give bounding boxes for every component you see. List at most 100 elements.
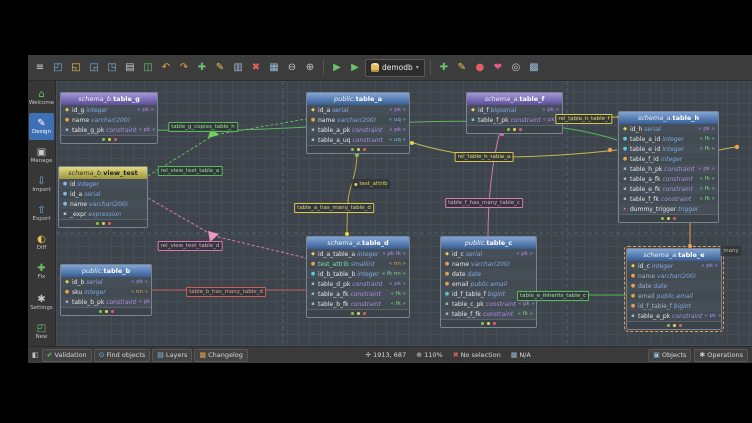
table-row-table_f_fk[interactable]: ▪table_f_fkconstraint« fk » [441,309,536,319]
sidebar-item-welcome[interactable]: ⌂Welcome [28,84,55,111]
table-row-_expr[interactable]: ▪_exprexpression [59,209,147,219]
table-row-id_c[interactable]: ◆id_cinteger« pk » [627,261,721,271]
sidebar-item-manage[interactable]: ▣Manage [28,142,55,169]
sidebar-item-design[interactable]: ✎Design [29,113,54,140]
table-row-table_f_pk[interactable]: ▪table_f_pkconstraint« pk » [467,115,562,125]
table-row-name[interactable]: ●namevarchar(200) [441,259,536,269]
table-row-email[interactable]: ●emailpublic.email [627,291,721,301]
find-objects-button[interactable]: ⊙Find objects [94,349,151,362]
table-row-table_b_pk[interactable]: ▪table_b_pkconstraint« pk » [61,297,151,307]
zoom-in-icon[interactable]: ⊕ [302,60,318,76]
relationship-line-edge[interactable] [719,147,737,150]
table-row-id_b_table_b[interactable]: ●id_b_table_binteger« fk nn » [307,269,409,279]
table-node-table_c[interactable]: public.table_c◆id_cserial« pk »●namevarc… [440,236,537,328]
panel-toggle-button[interactable]: ◧ [32,351,39,359]
relationship-label[interactable]: many [720,246,741,256]
table-row-dummy_trigger[interactable]: ▸dummy_triggertrigger [619,204,718,214]
validate-play-icon[interactable]: ▶ [329,60,345,76]
edit-object-icon[interactable]: ✎ [212,60,228,76]
table-row-id_f[interactable]: ◆id_fbigserial« pk » [467,105,562,115]
print-icon[interactable]: ▤ [122,60,138,76]
table-row-table_b_fk[interactable]: ▪table_b_fkconstraint« fk » [307,299,409,309]
about-icon[interactable]: ◎ [508,60,524,76]
table-row-name[interactable]: ●namevarchar(200) [627,271,721,281]
table-row-table_e_id[interactable]: ●table_e_idinteger« fk » [619,144,718,154]
new-object-icon[interactable]: ✚ [194,60,210,76]
relationship-line-rel_table_h_table_a[interactable] [410,142,617,157]
sidebar-item-fix[interactable]: ✚Fix [28,258,55,285]
layers-button[interactable]: ▤Layers [152,349,192,362]
relationship-label[interactable]: rel_table_h_table_f [555,114,612,124]
table-row-table_f_id[interactable]: ●table_f_idinteger [619,154,718,164]
table-row-table_e_fk[interactable]: ▪table_e_fkconstraint« fk » [619,184,718,194]
table-row-date[interactable]: ●datedate [627,281,721,291]
relationship-label[interactable]: table_g_copies_table_h [168,122,238,132]
sidebar-item-import[interactable]: ⇩Import [28,171,55,198]
table-row-table_a_pk[interactable]: ▪table_a_pkconstraint« pk » [307,125,409,135]
validation-button[interactable]: ✔Validation [42,349,92,362]
database-combo[interactable]: demodb ▾ [365,59,425,77]
table-row-id_c[interactable]: ◆id_cserial« pk » [441,249,536,259]
plugins-icon[interactable]: ▩ [526,60,542,76]
operations-button[interactable]: ✱Operations [694,349,748,362]
table-row-id_a[interactable]: ●id_aserial [59,189,147,199]
table-row-id[interactable]: ●idinteger [59,179,147,189]
objects-button[interactable]: ▣Objects [648,349,691,362]
sidebar-item-diff[interactable]: ◐Diff [28,229,55,256]
bug-report-icon[interactable]: ● [472,60,488,76]
relationship-label[interactable]: table_e_inherits_table_c [517,291,589,301]
relationship-label[interactable]: table_b_has_many_table_d [186,287,266,297]
relationship-label[interactable]: table_a_has_many_table_d [294,203,374,213]
table-node-table_e[interactable]: schema_a.table_e◆id_cinteger« pk »●namev… [626,248,722,330]
relationship-label[interactable]: rel_table_h_table_a [455,152,514,162]
edit-model-icon[interactable]: ✎ [454,60,470,76]
table-row-id_a[interactable]: ◆id_aserial« pk » [307,105,409,115]
table-row-id_h[interactable]: ◆id_hserial« pk » [619,124,718,134]
table-row-table_f_fk[interactable]: ▪table_f_fkconstraint« fk » [619,194,718,204]
table-row-table_e_pk[interactable]: ▪table_e_pkconstraint« pk » [627,311,721,321]
table-node-table_f[interactable]: schema_a.table_f◆id_fbigserial« pk »▪tab… [466,92,563,134]
relationship-line-table_a_has_many_table_d[interactable] [347,152,357,236]
table-row-id_f_table_f[interactable]: ●id_f_table_fbigint [627,301,721,311]
table-row-table_a_fk[interactable]: ▪table_a_fkconstraint« fk » [619,174,718,184]
table-row-id_b[interactable]: ◆id_bserial« pk » [61,277,151,287]
table-node-table_g[interactable]: schema_b.table_g◆id_ginteger« pk »●namev… [60,92,158,144]
sidebar-item-export[interactable]: ⇧Export [28,200,55,227]
table-row-id_g[interactable]: ◆id_ginteger« pk » [61,105,157,115]
table-node-table_h[interactable]: schema_a.table_h◆id_hserial« pk »●table_… [618,111,719,223]
design-canvas[interactable]: schema_b.table_g◆id_ginteger« pk »●namev… [56,81,752,346]
show-grid-icon[interactable]: ▦ [266,60,282,76]
donate-icon[interactable]: ❤ [490,60,506,76]
relationship-line-table_f_has_many_table_c[interactable] [488,132,500,236]
new-database-icon[interactable]: ✚ [436,60,452,76]
table-row-table_h_pk[interactable]: ▪table_h_pkconstraint« pk » [619,164,718,174]
table-row-table_g_pk[interactable]: ▪table_g_pkconstraint« pk » [61,125,157,135]
table-node-table_b[interactable]: public.table_b◆id_bserial« pk »●skuinteg… [60,264,152,316]
save-model-icon[interactable]: ◲ [86,60,102,76]
table-node-table_a[interactable]: public.table_a◆id_aserial« pk »●namevarc… [306,92,410,154]
undo-icon[interactable]: ↶ [158,60,174,76]
save-as-icon[interactable]: ◳ [104,60,120,76]
relationship-label[interactable]: table_f_has_many_table_c [445,198,523,208]
relationship-label[interactable]: rel_view_test_table_a [158,166,223,176]
table-row-sku[interactable]: ●skuinteger« nn » [61,287,151,297]
menu-icon[interactable]: ≡ [32,60,48,76]
delete-object-icon[interactable]: ✖ [248,60,264,76]
table-row-name[interactable]: ●namevarchar(200)« uq » [307,115,409,125]
table-row-name[interactable]: ●namevarchar(200) [61,115,157,125]
sidebar-item-settings[interactable]: ✱Settings [28,289,55,316]
open-model-icon[interactable]: ◱ [68,60,84,76]
table-row-test_attrib[interactable]: ●test_attribsmallint« nn » [307,259,409,269]
export-icon[interactable]: ◫ [140,60,156,76]
zoom-out-icon[interactable]: ⊖ [284,60,300,76]
table-row-table_a_fk[interactable]: ▪table_a_fkconstraint« fk » [307,289,409,299]
changelog-button[interactable]: ▦Changelog [194,349,247,362]
new-model-icon[interactable]: ◰ [50,60,66,76]
relationship-label[interactable]: test_attrib [351,179,390,189]
run-sql-play-icon[interactable]: ▶ [347,60,363,76]
sidebar-item-new[interactable]: ◰New [28,318,55,345]
relationship-label[interactable]: rel_view_test_table_d [158,241,223,251]
table-node-view_test[interactable]: schema_b.view_test●idinteger●id_aserial●… [58,166,148,228]
table-row-table_a_id[interactable]: ●table_a_idinteger« fk » [619,134,718,144]
table-row-email[interactable]: ●emailpublic.email [441,279,536,289]
